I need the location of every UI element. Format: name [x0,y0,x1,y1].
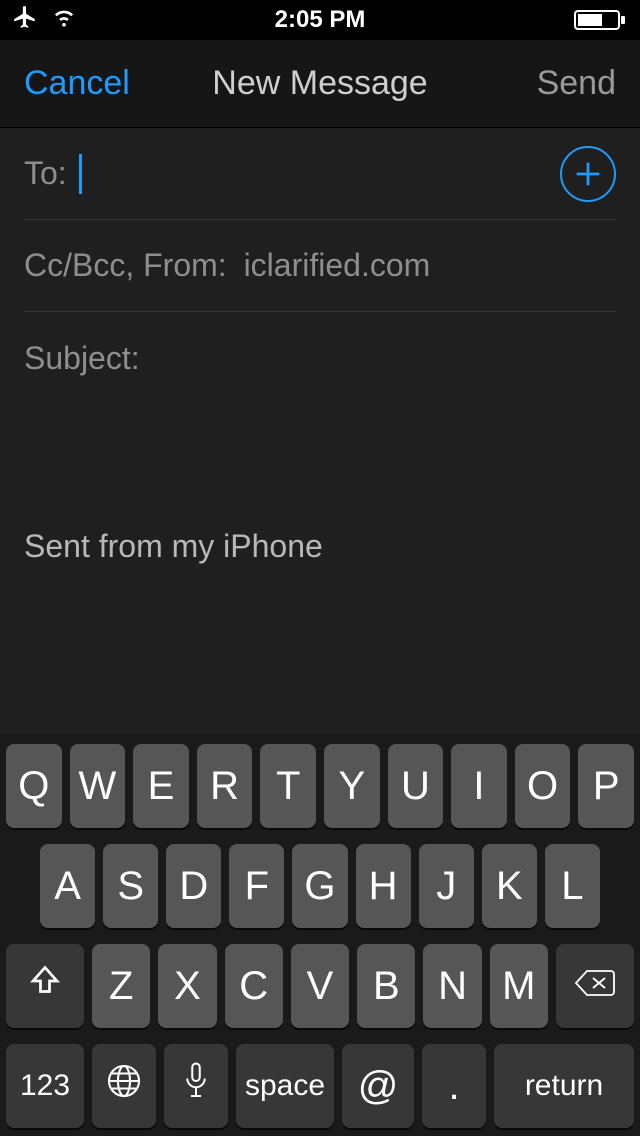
key-backspace[interactable] [556,944,634,1028]
from-value: iclarified.com [244,247,431,284]
key-i[interactable]: I [451,744,507,828]
key-space[interactable]: space [236,1044,334,1128]
key-f[interactable]: F [229,844,284,928]
key-y[interactable]: Y [324,744,380,828]
key-j[interactable]: J [419,844,474,928]
key-t[interactable]: T [260,744,316,828]
key-c[interactable]: C [225,944,283,1028]
mic-icon [181,1061,211,1111]
ccbcc-label: Cc/Bcc, From: [24,247,227,284]
send-button[interactable]: Send [537,64,616,103]
ccbcc-from-field[interactable]: Cc/Bcc, From: iclarified.com [24,220,616,312]
key-o[interactable]: O [515,744,571,828]
to-label: To: [24,155,67,192]
keyboard-row-2: ASDFGHJKL [6,844,634,928]
status-left [12,4,78,37]
key-z[interactable]: Z [92,944,150,1028]
airplane-icon [12,4,38,37]
status-right [574,8,628,32]
key-m[interactable]: M [490,944,548,1028]
subject-label: Subject: [24,340,140,377]
key-l[interactable]: L [545,844,600,928]
key-w[interactable]: W [70,744,126,828]
key-mic[interactable] [164,1044,228,1128]
key-b[interactable]: B [357,944,415,1028]
backspace-icon [573,964,617,1009]
key-e[interactable]: E [133,744,189,828]
status-bar: 2:05 PM [0,0,640,40]
message-body[interactable]: Sent from my iPhone [0,404,640,734]
keyboard-row-3: ZXCVBNM [6,944,634,1028]
key-u[interactable]: U [388,744,444,828]
key-p[interactable]: P [578,744,634,828]
signature-text: Sent from my iPhone [24,528,616,565]
key-q[interactable]: Q [6,744,62,828]
key-k[interactable]: K [482,844,537,928]
key-globe[interactable] [92,1044,156,1128]
key-a[interactable]: A [40,844,95,928]
compose-screen: 2:05 PM Cancel New Message Send To: Cc/B… [0,0,640,1136]
key-dot[interactable]: . [422,1044,486,1128]
status-time: 2:05 PM [0,6,640,34]
globe-icon [106,1063,142,1109]
text-cursor [79,154,82,194]
keyboard-row-4: 123 space @ . return [6,1044,634,1128]
nav-bar: Cancel New Message Send [0,40,640,128]
cancel-button[interactable]: Cancel [24,64,130,103]
subject-field[interactable]: Subject: [24,312,616,404]
key-r[interactable]: R [197,744,253,828]
key-return[interactable]: return [494,1044,634,1128]
key-123[interactable]: 123 [6,1044,84,1128]
key-shift[interactable] [6,944,84,1028]
shift-icon [27,963,63,1009]
to-field[interactable]: To: [24,128,616,220]
key-at[interactable]: @ [342,1044,414,1128]
key-s[interactable]: S [103,844,158,928]
battery-icon [574,8,628,32]
key-h[interactable]: H [356,844,411,928]
add-contact-button[interactable] [560,146,616,202]
key-v[interactable]: V [291,944,349,1028]
key-x[interactable]: X [158,944,216,1028]
key-n[interactable]: N [423,944,481,1028]
key-g[interactable]: G [292,844,347,928]
wifi-icon [50,6,78,35]
keyboard-row-1: QWERTYUIOP [6,744,634,828]
keyboard: QWERTYUIOP ASDFGHJKL ZXCVBNM 123 space @… [0,734,640,1136]
compose-fields: To: Cc/Bcc, From: iclarified.com Subject… [0,128,640,404]
key-d[interactable]: D [166,844,221,928]
